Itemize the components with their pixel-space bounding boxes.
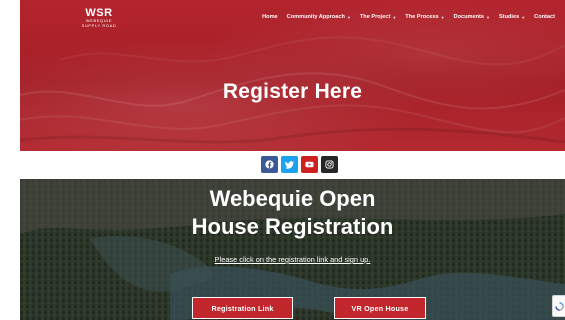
section-title-line1: Webequie Open — [209, 186, 376, 211]
youtube-icon — [305, 161, 314, 168]
chevron-down-icon: ▼ — [346, 14, 351, 20]
instagram-icon — [325, 160, 334, 169]
registration-link-button[interactable]: Registration Link — [192, 297, 293, 319]
facebook-button[interactable] — [261, 156, 278, 173]
section-title: Webequie Open House Registration — [20, 185, 565, 241]
nav-item-label: Studies — [498, 14, 520, 20]
nav-item-documents[interactable]: Documents ▼ — [454, 14, 490, 20]
chevron-down-icon: ▼ — [521, 14, 526, 20]
nav-item-label: Documents — [453, 14, 485, 20]
nav-item-the-project[interactable]: The Project ▼ — [360, 14, 396, 20]
registration-instruction: Please click on the registration link an… — [214, 255, 371, 264]
nav-item-label: Contact — [534, 14, 555, 20]
main-nav: Home Community Approach ▼ The Project ▼ … — [262, 14, 555, 20]
nav-item-community-approach[interactable]: Community Approach ▼ — [287, 14, 351, 20]
hero-banner: WSR WEBEQUIE SUPPLY ROAD Home Community … — [20, 0, 565, 151]
facebook-icon — [265, 160, 274, 169]
site-logo[interactable]: WSR WEBEQUIE SUPPLY ROAD — [78, 8, 120, 28]
chevron-down-icon: ▼ — [486, 14, 490, 20]
section-title-line2: House Registration — [191, 214, 394, 239]
vr-open-house-button[interactable]: VR Open House — [334, 297, 426, 319]
nav-item-contact[interactable]: Contact — [534, 14, 555, 20]
social-links — [261, 156, 338, 173]
nav-item-label: Home — [262, 14, 278, 20]
logo-subtext-line2: SUPPLY ROAD — [81, 22, 117, 28]
recaptcha-icon — [554, 301, 564, 311]
chevron-down-icon: ▼ — [440, 14, 445, 20]
nav-item-label: The Process — [405, 14, 439, 20]
nav-item-home[interactable]: Home — [262, 14, 278, 20]
recaptcha-badge[interactable] — [552, 295, 565, 317]
twitter-icon — [285, 161, 294, 169]
nav-item-the-process[interactable]: The Process ▼ — [405, 14, 444, 20]
chevron-down-icon: ▼ — [392, 14, 397, 20]
youtube-button[interactable] — [301, 156, 318, 173]
nav-item-studies[interactable]: Studies ▼ — [499, 14, 525, 20]
registration-section: Webequie Open House Registration Please … — [20, 179, 565, 320]
instagram-button[interactable] — [321, 156, 338, 173]
nav-item-label: Community Approach — [286, 14, 345, 20]
twitter-button[interactable] — [281, 156, 298, 173]
hero-title: Register Here — [222, 80, 363, 103]
nav-item-label: The Project — [359, 14, 391, 20]
